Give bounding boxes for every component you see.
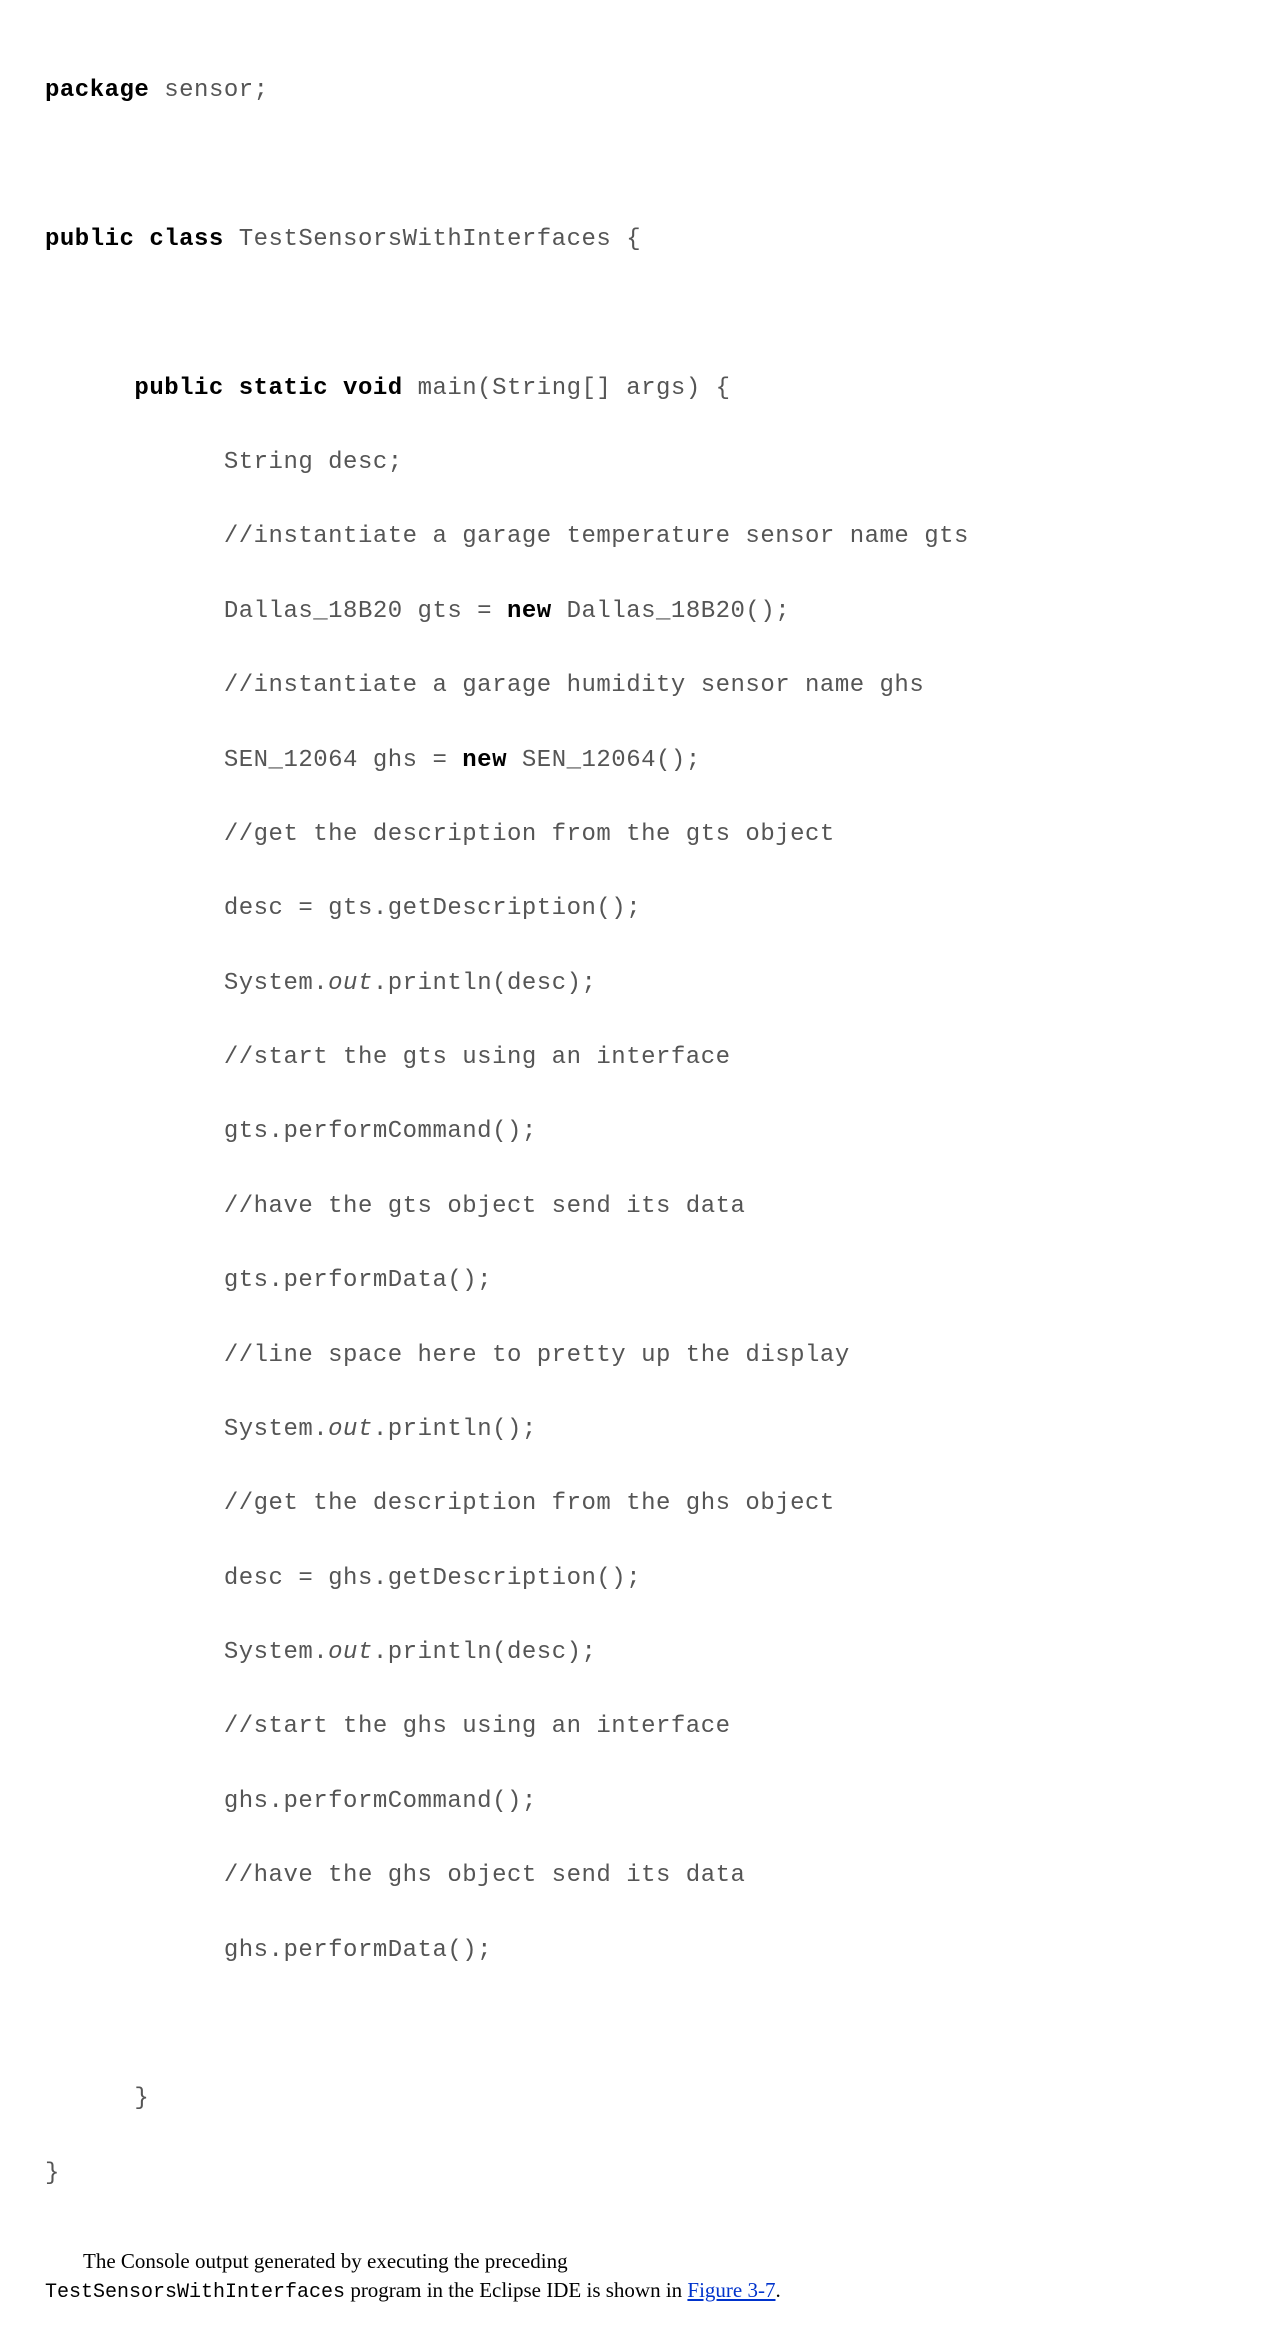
code-line: desc = gts.getDescription(); <box>45 890 1235 927</box>
code-line: //start the ghs using an interface <box>45 1708 1235 1745</box>
blank-line <box>45 147 1235 184</box>
keyword-method-sig: public static void <box>134 375 402 402</box>
italic-out: out <box>328 970 373 997</box>
blank-line <box>45 2006 1235 2043</box>
code-line: Dallas_18B20 gts = new Dallas_18B20(); <box>45 593 1235 630</box>
caption-paragraph: The Console output generated by executin… <box>45 2247 1235 2307</box>
code-text: .println(desc); <box>373 970 597 997</box>
italic-out: out <box>328 1416 373 1443</box>
code-line: public static void main(String[] args) { <box>45 370 1235 407</box>
code-text: System. <box>45 1639 328 1666</box>
code-text: TestSensorsWithInterfaces { <box>224 226 641 253</box>
code-line: //start the gts using an interface <box>45 1039 1235 1076</box>
figure-link[interactable]: Figure 3-7 <box>687 2278 775 2302</box>
code-line: gts.performCommand(); <box>45 1113 1235 1150</box>
keyword-new: new <box>462 747 507 774</box>
paragraph-text: . <box>776 2278 781 2302</box>
blank-line <box>45 295 1235 332</box>
code-text: Dallas_18B20(); <box>552 598 790 625</box>
italic-out: out <box>328 1639 373 1666</box>
code-line: package sensor; <box>45 72 1235 109</box>
code-line: ghs.performData(); <box>45 1932 1235 1969</box>
code-text: System. <box>45 1416 328 1443</box>
code-line: //line space here to pretty up the displ… <box>45 1337 1235 1374</box>
code-line: } <box>45 2080 1235 2117</box>
keyword-package: package <box>45 77 149 104</box>
code-text: .println(desc); <box>373 1639 597 1666</box>
keyword-public-class: public class <box>45 226 224 253</box>
code-text: main(String[] args) { <box>403 375 731 402</box>
code-text: .println(); <box>373 1416 537 1443</box>
code-line: //get the description from the ghs objec… <box>45 1485 1235 1522</box>
code-line: //instantiate a garage humidity sensor n… <box>45 667 1235 704</box>
code-text: SEN_12064(); <box>507 747 701 774</box>
code-line: desc = ghs.getDescription(); <box>45 1560 1235 1597</box>
inline-code: TestSensorsWithInterfaces <box>45 2281 345 2304</box>
code-line: //get the description from the gts objec… <box>45 816 1235 853</box>
code-text: Dallas_18B20 gts = <box>45 598 507 625</box>
code-text: System. <box>45 970 328 997</box>
code-line: SEN_12064 ghs = new SEN_12064(); <box>45 742 1235 779</box>
code-text: SEN_12064 ghs = <box>45 747 462 774</box>
code-line: } <box>45 2155 1235 2192</box>
keyword-new: new <box>507 598 552 625</box>
code-line: ghs.performCommand(); <box>45 1783 1235 1820</box>
code-indent <box>45 375 134 402</box>
code-listing: package sensor; public class TestSensors… <box>45 35 1235 2229</box>
code-line: System.out.println(desc); <box>45 1634 1235 1671</box>
code-line: //have the gts object send its data <box>45 1188 1235 1225</box>
paragraph-text: The Console output generated by executin… <box>83 2249 568 2273</box>
code-line: gts.performData(); <box>45 1262 1235 1299</box>
code-text: sensor; <box>149 77 268 104</box>
code-line: public class TestSensorsWithInterfaces { <box>45 221 1235 258</box>
code-line: //instantiate a garage temperature senso… <box>45 518 1235 555</box>
code-line: //have the ghs object send its data <box>45 1857 1235 1894</box>
code-line: System.out.println(); <box>45 1411 1235 1448</box>
code-line: System.out.println(desc); <box>45 965 1235 1002</box>
paragraph-text: program in the Eclipse IDE is shown in <box>345 2278 687 2302</box>
code-line: String desc; <box>45 444 1235 481</box>
